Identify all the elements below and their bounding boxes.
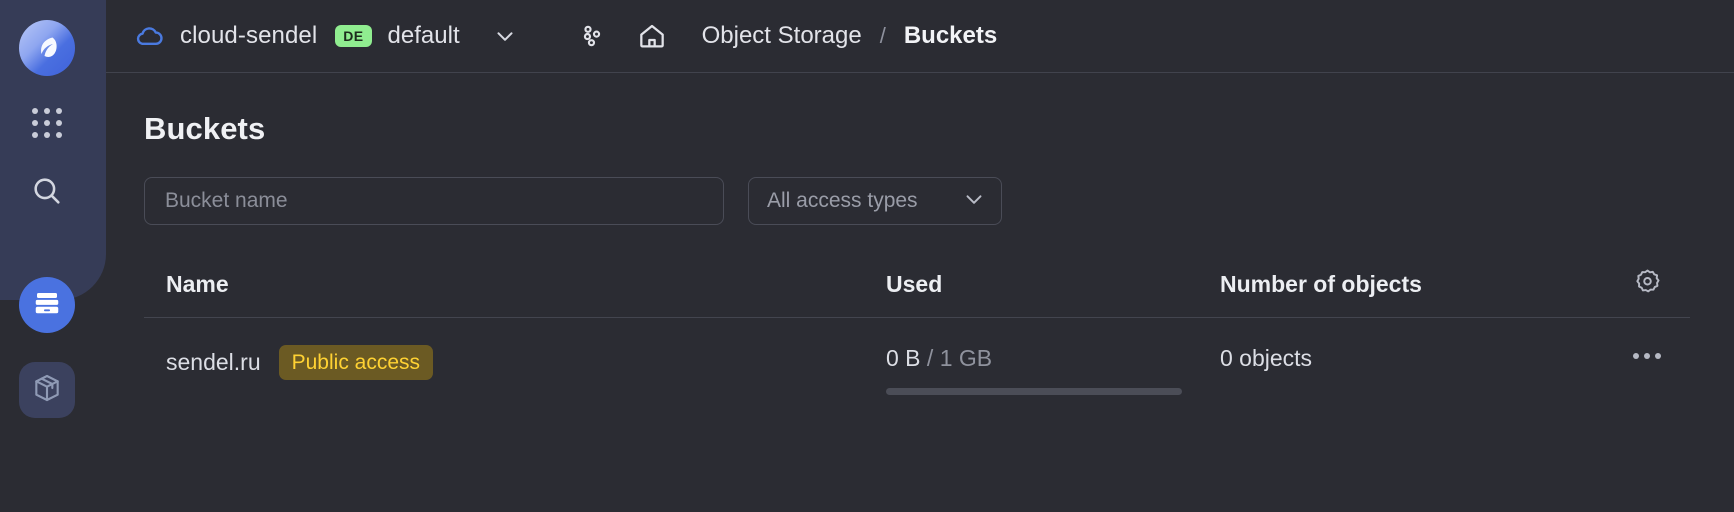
cell-used: 0 B / 1 GB [886,345,1220,395]
sidebar [0,0,106,512]
filters-row: All access types [144,177,1690,225]
folder-badge: DE [335,25,372,47]
folder-selector-chevron-down-icon[interactable] [488,19,522,53]
status-badge: Public access [278,345,434,380]
cell-name: sendel.ru Public access [144,345,886,380]
page-title: Buckets [144,111,266,146]
gear-icon [1633,267,1662,301]
objects-count: 0 objects [1220,345,1313,371]
column-header-number-of-objects[interactable]: Number of objects [1220,271,1604,298]
breadcrumb: Object Storage / Buckets [702,22,998,50]
brand-logo[interactable] [19,20,75,76]
package-icon [31,372,63,409]
grid-icon [32,108,62,138]
sidebar-item-package[interactable] [19,362,75,418]
home-icon[interactable] [636,20,668,52]
used-separator: / [926,345,934,371]
sidebar-item-object-storage[interactable] [19,277,75,333]
access-type-selected-value: All access types [767,189,918,212]
buckets-table: Name Used Number of objects sendel.ru Pu… [144,267,1690,395]
cloud-icon [132,19,166,53]
breadcrumb-item-buckets[interactable]: Buckets [904,22,997,50]
cell-objects: 0 objects [1220,345,1604,372]
main-area: cloud-sendel DE default Object Storage /… [106,0,1734,512]
usage-progress-bar [886,388,1182,395]
breadcrumb-separator: / [879,23,886,48]
nodes-icon[interactable] [576,20,608,52]
kebab-menu-icon [1633,345,1661,359]
search-input[interactable] [163,188,705,214]
table-row[interactable]: sendel.ru Public access 0 B / 1 GB 0 obj… [144,318,1690,395]
app-root: cloud-sendel DE default Object Storage /… [0,0,1734,512]
column-header-used[interactable]: Used [886,271,1220,298]
sidebar-item-search[interactable] [19,165,75,221]
search-icon [30,174,64,213]
column-header-name[interactable]: Name [144,271,886,298]
bucket-name-filter[interactable] [144,177,724,225]
table-header-row: Name Used Number of objects [144,267,1690,318]
bucket-name-link[interactable]: sendel.ru [166,349,261,376]
sidebar-item-services-grid[interactable] [19,95,75,151]
breadcrumb-item-object-storage[interactable]: Object Storage [702,22,862,50]
used-value: 0 B [886,345,921,371]
table-settings-button[interactable] [1604,267,1690,301]
row-actions-button[interactable] [1604,345,1690,359]
storage-icon [32,288,62,323]
folder-name[interactable]: default [388,22,460,50]
access-type-select[interactable]: All access types [748,177,1002,225]
chevron-down-icon [961,186,987,217]
used-quota: 1 GB [939,345,993,371]
organization-name[interactable]: cloud-sendel [180,22,317,50]
topbar: cloud-sendel DE default Object Storage /… [106,0,1734,73]
page-content: Buckets All access types Name [106,111,1734,395]
